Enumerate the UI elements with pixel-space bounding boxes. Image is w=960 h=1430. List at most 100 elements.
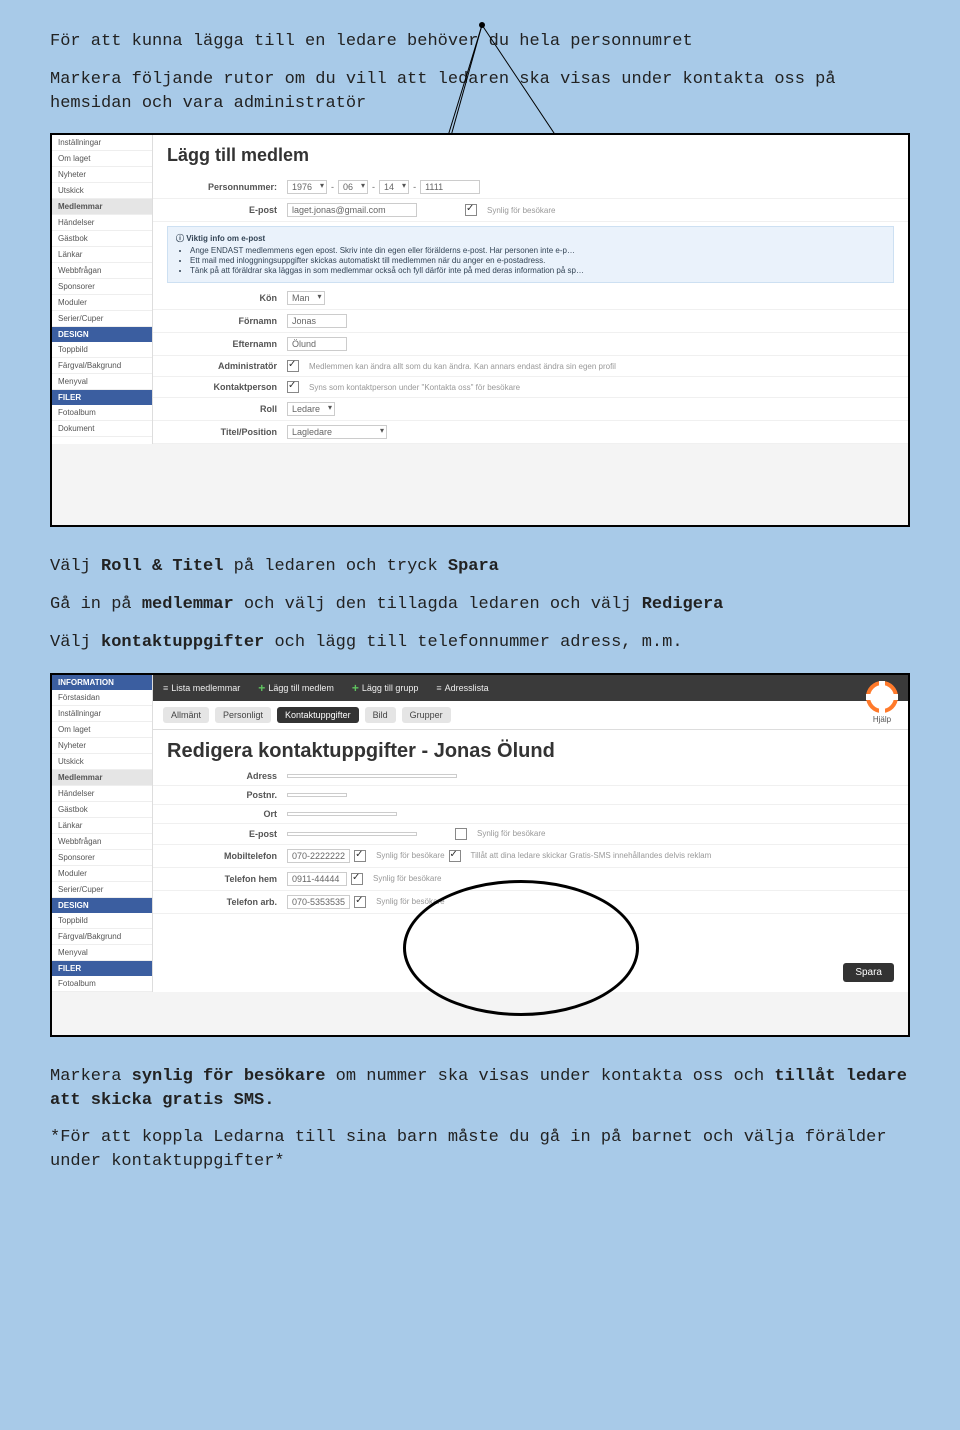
telarb-input[interactable]: 070-5353535 [287, 895, 350, 909]
pn-year-select[interactable]: 1976 [287, 180, 327, 194]
panel-title: Redigera kontaktuppgifter - Jonas Ölund [153, 730, 908, 767]
sidebar-item[interactable]: Utskick [52, 754, 152, 770]
help-badge[interactable]: Hjälp [866, 681, 898, 724]
plus-icon: + [258, 681, 265, 695]
sidebar-item[interactable]: Menyval [52, 945, 152, 961]
mid-p3: Välj kontaktuppgifter och lägg till tele… [50, 631, 910, 655]
row-ort: Ort [153, 805, 908, 824]
roll-select[interactable]: Ledare [287, 402, 335, 416]
sidebar-item[interactable]: Om laget [52, 722, 152, 738]
save-button[interactable]: Spara [843, 963, 894, 982]
info-bullet: Ett mail med inloggningsuppgifter skicka… [190, 256, 885, 265]
sidebar-item[interactable]: Sponsorer [52, 279, 152, 295]
efternamn-input[interactable]: Ölund [287, 337, 347, 351]
epost-input[interactable]: laget.jonas@gmail.com [287, 203, 417, 217]
mobil-input[interactable]: 070-2222222 [287, 849, 350, 863]
row-telhem: Telefon hem 0911-44444 Synlig för besöka… [153, 868, 908, 891]
sidebar-item[interactable]: Toppbild [52, 913, 152, 929]
label-telarb: Telefon arb. [167, 897, 287, 907]
synlig-label: Synlig för besökare [376, 851, 444, 860]
sidebar-item[interactable]: Färgval/Bakgrund [52, 929, 152, 945]
row-kontakt: Kontaktperson Syns som kontaktperson und… [153, 377, 908, 398]
plus-icon: + [352, 681, 359, 695]
toolbar-add-group[interactable]: +Lägg till grupp [352, 681, 419, 695]
sidebar-item[interactable]: Länkar [52, 818, 152, 834]
synlig-label: Synlig för besökare [477, 829, 545, 838]
tillat-label: Tillåt att dina ledare skickar Gratis-SM… [471, 851, 712, 860]
sidebar-item[interactable]: Gästbok [52, 802, 152, 818]
sidebar-item[interactable]: Länkar [52, 247, 152, 263]
telarb-synlig-checkbox[interactable] [354, 896, 366, 908]
adress-input[interactable] [287, 774, 457, 778]
sidebar-item[interactable]: Dokument [52, 421, 152, 437]
sidebar-item-medlemmar[interactable]: Medlemmar [52, 199, 152, 215]
kontakt-checkbox[interactable] [287, 381, 299, 393]
row-mobil: Mobiltelefon 070-2222222 Synlig för besö… [153, 845, 908, 868]
sidebar-item[interactable]: Serier/Cuper [52, 311, 152, 327]
sidebar-item[interactable]: Utskick [52, 183, 152, 199]
kon-select[interactable]: Man [287, 291, 325, 305]
epost-input[interactable] [287, 832, 417, 836]
sidebar-item[interactable]: Moduler [52, 295, 152, 311]
sidebar-item[interactable]: Nyheter [52, 738, 152, 754]
sidebar-item[interactable]: Om laget [52, 151, 152, 167]
screenshot-add-member: Inställningar Om laget Nyheter Utskick M… [50, 133, 910, 527]
label-epost: E-post [167, 205, 287, 215]
row-adress: Adress [153, 767, 908, 786]
sidebar-item[interactable]: Händelser [52, 786, 152, 802]
toolbar-add-member[interactable]: +Lägg till medlem [258, 681, 334, 695]
sidebar-item[interactable]: Inställningar [52, 706, 152, 722]
outro-p2: *För att koppla Ledarna till sina barn m… [50, 1126, 910, 1174]
tab-grupper[interactable]: Grupper [402, 707, 451, 723]
synlig-checkbox[interactable] [465, 204, 477, 216]
sidebar: INFORMATION Förstasidan Inställningar Om… [52, 675, 153, 992]
mobil-tillat-checkbox[interactable] [449, 850, 461, 862]
sidebar-item[interactable]: Inställningar [52, 135, 152, 151]
sidebar-item[interactable]: Fotoalbum [52, 976, 152, 992]
toolbar-lista[interactable]: ≡Lista medlemmar [163, 683, 240, 693]
postnr-input[interactable] [287, 793, 347, 797]
sidebar-item[interactable]: Toppbild [52, 342, 152, 358]
sidebar-item[interactable]: Händelser [52, 215, 152, 231]
toolbar-adress[interactable]: ≡Adresslista [436, 683, 488, 693]
pn-day-select[interactable]: 14 [379, 180, 409, 194]
row-titel: Titel/Position Lagledare [153, 421, 908, 444]
row-telarb: Telefon arb. 070-5353535 Synlig för besö… [153, 891, 908, 914]
sidebar-item[interactable]: Färgval/Bakgrund [52, 358, 152, 374]
fornamn-input[interactable]: Jonas [287, 314, 347, 328]
telhem-input[interactable]: 0911-44444 [287, 872, 347, 886]
label-admin: Administratör [167, 361, 287, 371]
label-ort: Ort [167, 809, 287, 819]
sidebar-item[interactable]: Nyheter [52, 167, 152, 183]
sidebar-item[interactable]: Gästbok [52, 231, 152, 247]
sidebar-item[interactable]: Fotoalbum [52, 405, 152, 421]
sidebar-filer-head: FILER [52, 961, 152, 976]
row-epost: E-post Synlig för besökare [153, 824, 908, 845]
sidebar-item[interactable]: Menyval [52, 374, 152, 390]
titel-select[interactable]: Lagledare [287, 425, 387, 439]
tab-row: Allmänt Personligt Kontaktuppgifter Bild… [153, 701, 908, 730]
epost-synlig-checkbox[interactable] [455, 828, 467, 840]
tab-kontaktuppgifter[interactable]: Kontaktuppgifter [277, 707, 359, 723]
label-personnummer: Personnummer: [167, 182, 287, 192]
sidebar-item-medlemmar[interactable]: Medlemmar [52, 770, 152, 786]
info-bullet: Tänk på att föräldrar ska läggas in som … [190, 266, 885, 275]
pn-last-input[interactable]: 1111 [420, 180, 480, 194]
sidebar-item[interactable]: Moduler [52, 866, 152, 882]
mobil-synlig-checkbox[interactable] [354, 850, 366, 862]
tab-allmant[interactable]: Allmänt [163, 707, 209, 723]
telhem-synlig-checkbox[interactable] [351, 873, 363, 885]
label-kontakt: Kontaktperson [167, 382, 287, 392]
tab-personligt[interactable]: Personligt [215, 707, 271, 723]
sidebar-item[interactable]: Förstasidan [52, 690, 152, 706]
sidebar-item[interactable]: Webbfrågan [52, 834, 152, 850]
admin-checkbox[interactable] [287, 360, 299, 372]
tab-bild[interactable]: Bild [365, 707, 396, 723]
toolbar: ≡Lista medlemmar +Lägg till medlem +Lägg… [153, 675, 908, 701]
sidebar-item[interactable]: Sponsorer [52, 850, 152, 866]
label-fornamn: Förnamn [167, 316, 287, 326]
sidebar-item[interactable]: Serier/Cuper [52, 882, 152, 898]
pn-month-select[interactable]: 06 [338, 180, 368, 194]
sidebar-item[interactable]: Webbfrågan [52, 263, 152, 279]
ort-input[interactable] [287, 812, 397, 816]
